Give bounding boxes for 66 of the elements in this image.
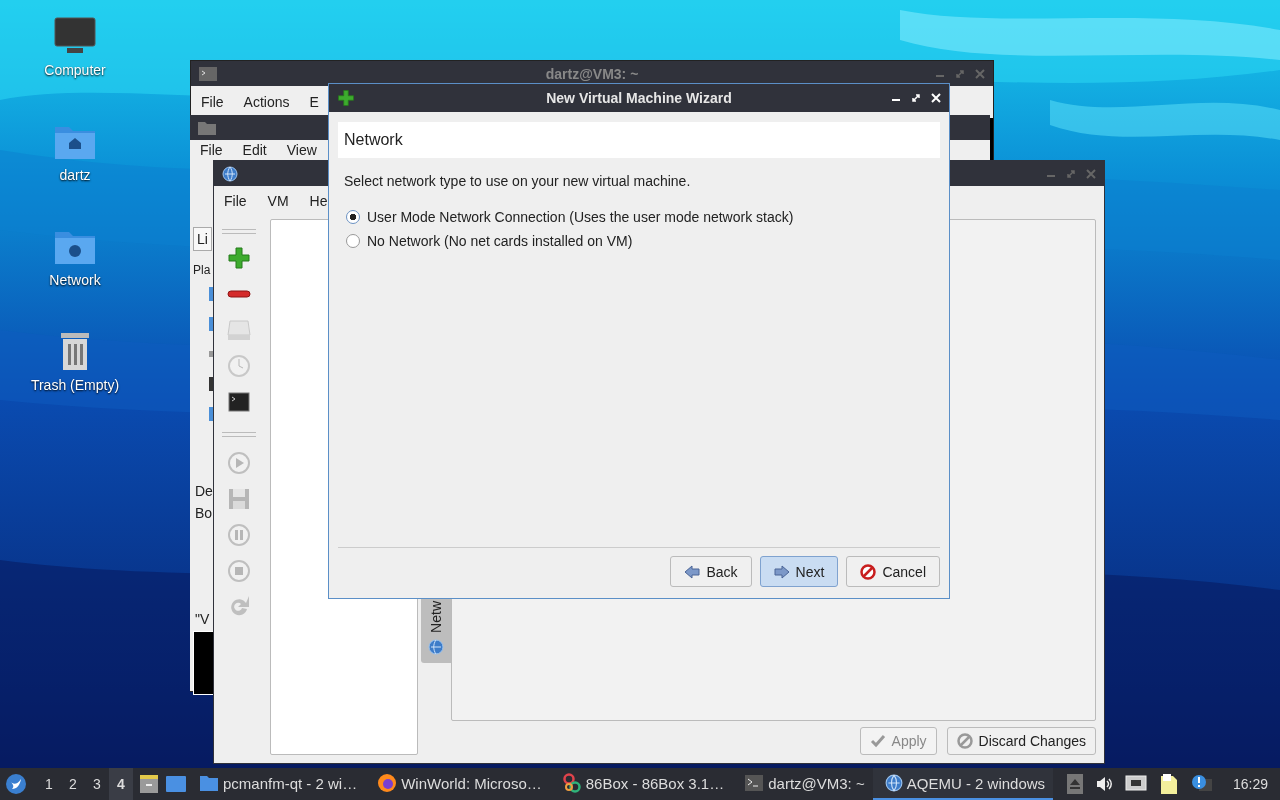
window-title: dartz@VM3: ~	[544, 65, 640, 82]
desktop-icon-label[interactable]: Trash (Empty)	[30, 377, 120, 393]
workspace-button[interactable]: 3	[85, 768, 109, 800]
radio-button[interactable]	[346, 234, 360, 248]
globe-icon[interactable]	[222, 165, 238, 182]
globe-icon	[884, 774, 903, 792]
eject-icon[interactable]	[1066, 774, 1083, 794]
workspace-button[interactable]: 2	[61, 768, 85, 800]
dialog-button[interactable]: Next	[759, 556, 839, 587]
volume-icon[interactable]	[1094, 775, 1113, 793]
plus-icon	[337, 89, 355, 107]
option-label[interactable]: No Network (No net cards installed on VM)	[367, 233, 633, 249]
menu-item[interactable]: Edit	[242, 142, 267, 158]
file-name: "V	[194, 611, 210, 627]
stop-icon	[227, 559, 251, 583]
desktop-icon[interactable]	[165, 775, 187, 793]
workspace-button[interactable]: 1	[37, 768, 61, 800]
clock[interactable]: 16:29	[1232, 776, 1268, 792]
menu-item[interactable]: VM	[267, 193, 289, 209]
play-icon	[227, 451, 251, 475]
task-button[interactable]: WinWorld: Microso…	[365, 768, 550, 800]
minus-icon	[227, 289, 251, 299]
monitor-icon[interactable]	[53, 16, 97, 56]
radio-button[interactable]	[346, 210, 360, 224]
desktop-icon-label[interactable]: Network	[49, 272, 101, 288]
task-button[interactable]: pcmanfm-qt - 2 wi…	[187, 768, 366, 800]
page-title: Network	[344, 131, 403, 149]
tab[interactable]: Li	[193, 227, 212, 251]
option-label[interactable]: User Mode Network Connection (Uses the user mode network stack)	[367, 209, 794, 225]
sidebar-item[interactable]: Bo	[193, 505, 213, 521]
menu-item[interactable]: He	[309, 193, 328, 209]
notification-icon[interactable]	[1190, 774, 1213, 794]
floppy-icon	[228, 488, 250, 510]
prohibited-icon	[860, 563, 877, 580]
right-arrow-icon	[773, 564, 790, 579]
check-icon	[869, 734, 886, 748]
file-cabinet-icon[interactable]	[139, 774, 159, 794]
task-button[interactable]: 86Box - 86Box 3.1…	[549, 768, 733, 800]
clock-icon	[227, 354, 251, 378]
task-button[interactable]: AQEMU - 2 windows	[872, 768, 1054, 800]
globe-icon	[428, 638, 444, 655]
menu-item[interactable]: View	[286, 142, 317, 158]
dialog-button[interactable]: Discard Changes	[946, 727, 1096, 755]
menu-item[interactable]: File	[200, 142, 223, 158]
section-label: Pla	[193, 263, 211, 277]
menu-item[interactable]: File	[224, 193, 247, 209]
pause-icon	[227, 523, 251, 547]
prohibited-icon	[956, 733, 973, 749]
prompt-text: Select network type to use on your new virtual machine.	[344, 173, 692, 189]
task-button[interactable]: dartz@VM3: ~	[732, 768, 873, 800]
menu-item[interactable]: E	[309, 94, 319, 110]
plus-icon	[227, 246, 251, 270]
dialog-button[interactable]: Cancel	[846, 556, 940, 587]
desktop-icon-label[interactable]: dartz	[59, 167, 91, 183]
menu-item[interactable]: File	[201, 94, 224, 110]
left-arrow-icon	[684, 564, 701, 579]
workspace-button[interactable]: 4	[109, 768, 133, 800]
window-title: New Virtual Machine Wizard	[545, 90, 733, 106]
notes-icon[interactable]	[1158, 773, 1179, 795]
dialog-button[interactable]: Back	[670, 556, 752, 587]
sidebar-item[interactable]: De	[193, 483, 213, 499]
rings-icon	[561, 773, 582, 793]
bird-icon[interactable]	[5, 773, 27, 795]
menu-item[interactable]: Actions	[243, 94, 290, 110]
browser-icon	[377, 773, 398, 793]
network-port-icon[interactable]	[1124, 775, 1147, 793]
